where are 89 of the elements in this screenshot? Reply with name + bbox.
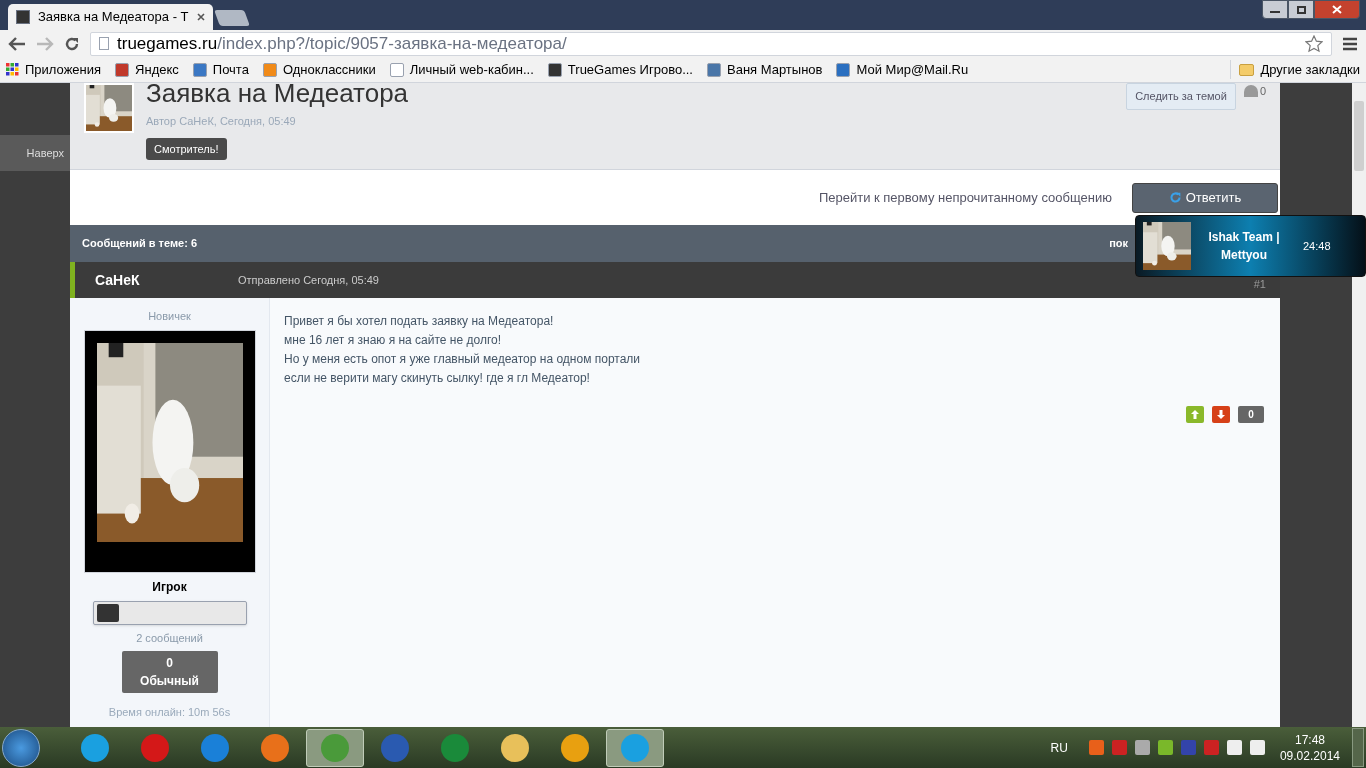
vote-up-button[interactable] bbox=[1186, 406, 1204, 423]
bookmark[interactable]: TrueGames Игрово... bbox=[547, 59, 693, 80]
taskbar-app[interactable] bbox=[306, 728, 364, 767]
maximize-button[interactable] bbox=[1288, 0, 1314, 19]
post-text-line: Но у меня есть опот я уже главный медеатор на одном портали bbox=[284, 351, 642, 368]
folder-icon bbox=[1239, 63, 1255, 76]
clock[interactable]: 17:48 09.02.2014 bbox=[1269, 731, 1350, 764]
bookmark-icon bbox=[389, 62, 404, 77]
badge-icon bbox=[96, 603, 119, 622]
address-bar[interactable]: truegames.ru/index.php?/topic/9057-заявка-на-медеатора/ bbox=[90, 31, 1332, 56]
menu-icon[interactable] bbox=[1342, 36, 1358, 51]
vote-count: 0 bbox=[1238, 406, 1264, 423]
tray-icon[interactable] bbox=[1157, 740, 1173, 755]
language-indicator[interactable]: RU bbox=[1050, 738, 1068, 757]
other-bookmarks[interactable]: Другие закладки bbox=[1230, 59, 1360, 80]
browser-tab[interactable]: Заявка на Медеатора - Т bbox=[8, 4, 213, 30]
back-icon[interactable] bbox=[8, 36, 26, 51]
followers-count: 0 bbox=[1243, 83, 1266, 100]
app-icon bbox=[81, 733, 109, 762]
user-group: Игрок bbox=[152, 577, 187, 596]
online-time: Время онлайн: 10m 56s bbox=[108, 705, 231, 720]
vote-down-button[interactable] bbox=[1212, 406, 1230, 423]
bookmark-icon bbox=[115, 62, 130, 77]
post-date: Отправлено Сегодня, 05:49 bbox=[238, 272, 380, 288]
apps-grid-icon bbox=[6, 63, 19, 76]
clock-time: 17:48 bbox=[1294, 731, 1325, 748]
notification-popup[interactable]: Ishak Team | Mettyou 24:48 bbox=[1135, 215, 1366, 277]
bookmark[interactable]: Почта bbox=[192, 59, 249, 80]
app-icon bbox=[561, 733, 589, 762]
tray-icon[interactable] bbox=[1249, 740, 1265, 755]
bookmark-icon bbox=[707, 62, 721, 77]
post-number[interactable]: #1 bbox=[1253, 275, 1266, 298]
bookmark-icon bbox=[547, 62, 562, 77]
arrow-up-icon bbox=[1191, 410, 1199, 419]
new-tab-button[interactable] bbox=[214, 10, 250, 26]
reply-button[interactable]: Ответить bbox=[1132, 182, 1278, 213]
reload-icon[interactable] bbox=[64, 35, 80, 52]
close-icon bbox=[1332, 5, 1342, 14]
app-icon bbox=[501, 733, 529, 762]
app-icon bbox=[261, 733, 289, 762]
post-text-line: мне 16 лет я знаю я на сайте не долго! bbox=[284, 332, 503, 349]
post-count: Сообщений в теме: 6 bbox=[82, 236, 198, 252]
track-title: Ishak Team | Mettyou bbox=[1207, 229, 1281, 264]
star-icon[interactable] bbox=[1305, 34, 1323, 53]
topic-tag[interactable]: Смотритель! bbox=[146, 137, 227, 160]
post-text-line: Привет я бы хотел подать заявку на Медеатора! bbox=[284, 313, 555, 330]
bookmark[interactable]: Одноклассники bbox=[262, 59, 376, 80]
app-icon bbox=[441, 733, 469, 762]
post-author[interactable]: СаНеК bbox=[75, 269, 238, 291]
tab-title: Заявка на Медеатора - Т bbox=[38, 8, 189, 27]
app-icon bbox=[321, 733, 349, 762]
bookmark-icon bbox=[192, 62, 207, 77]
track-time: 24:48 bbox=[1303, 238, 1331, 254]
post-text-line: если не верити магу скинуть сылку! где я гл Медеатор! bbox=[284, 370, 591, 387]
site-icon bbox=[16, 10, 30, 24]
bookmark-icon bbox=[262, 62, 277, 77]
tray-icon[interactable] bbox=[1134, 740, 1150, 755]
app-icon bbox=[201, 733, 229, 762]
topic-byline: Автор СаНеК, Сегодня, 05:49 bbox=[146, 114, 297, 129]
reputation-label: Обычный bbox=[140, 673, 199, 690]
follow-button[interactable]: Следить за темой bbox=[1126, 83, 1236, 110]
url-text: truegames.ru/index.php?/topic/9057-заявка-на-медеатора/ bbox=[117, 32, 568, 55]
taskbar-app[interactable] bbox=[606, 728, 664, 767]
user-rank: Новичек bbox=[148, 309, 191, 324]
reputation-value: 0 bbox=[166, 655, 173, 672]
app-icon bbox=[621, 733, 649, 762]
close-icon[interactable] bbox=[197, 13, 205, 21]
bookmark[interactable]: Приложения bbox=[6, 59, 102, 80]
clock-date: 09.02.2014 bbox=[1279, 747, 1340, 764]
scrollbar[interactable] bbox=[1352, 83, 1366, 727]
unread-link[interactable]: Перейти к первому непрочитанному сообщению bbox=[818, 187, 1112, 208]
bar-text: пок bbox=[1109, 236, 1128, 252]
refresh-icon bbox=[1168, 191, 1182, 204]
bookmark[interactable]: Ваня Мартынов bbox=[707, 59, 823, 80]
tray-icon[interactable] bbox=[1226, 740, 1242, 755]
bookmark[interactable]: Яндекс bbox=[115, 59, 179, 80]
close-window-button[interactable] bbox=[1314, 0, 1360, 19]
page-icon bbox=[99, 37, 109, 50]
app-icon bbox=[381, 733, 409, 762]
bookmark-icon bbox=[836, 62, 851, 77]
user-posts: 2 сообщений bbox=[136, 630, 203, 646]
arrow-down-icon bbox=[1217, 410, 1225, 419]
app-icon bbox=[141, 733, 169, 762]
topic-title: Заявка на Медеатора bbox=[146, 83, 410, 107]
start-button[interactable] bbox=[2, 728, 40, 767]
minimize-button[interactable] bbox=[1262, 0, 1288, 19]
bookmark[interactable]: Мой Мир@Mail.Ru bbox=[836, 59, 969, 80]
bookmark[interactable]: Личный web-кабин... bbox=[389, 59, 534, 80]
back-to-top-link[interactable]: Наверх bbox=[0, 135, 70, 171]
